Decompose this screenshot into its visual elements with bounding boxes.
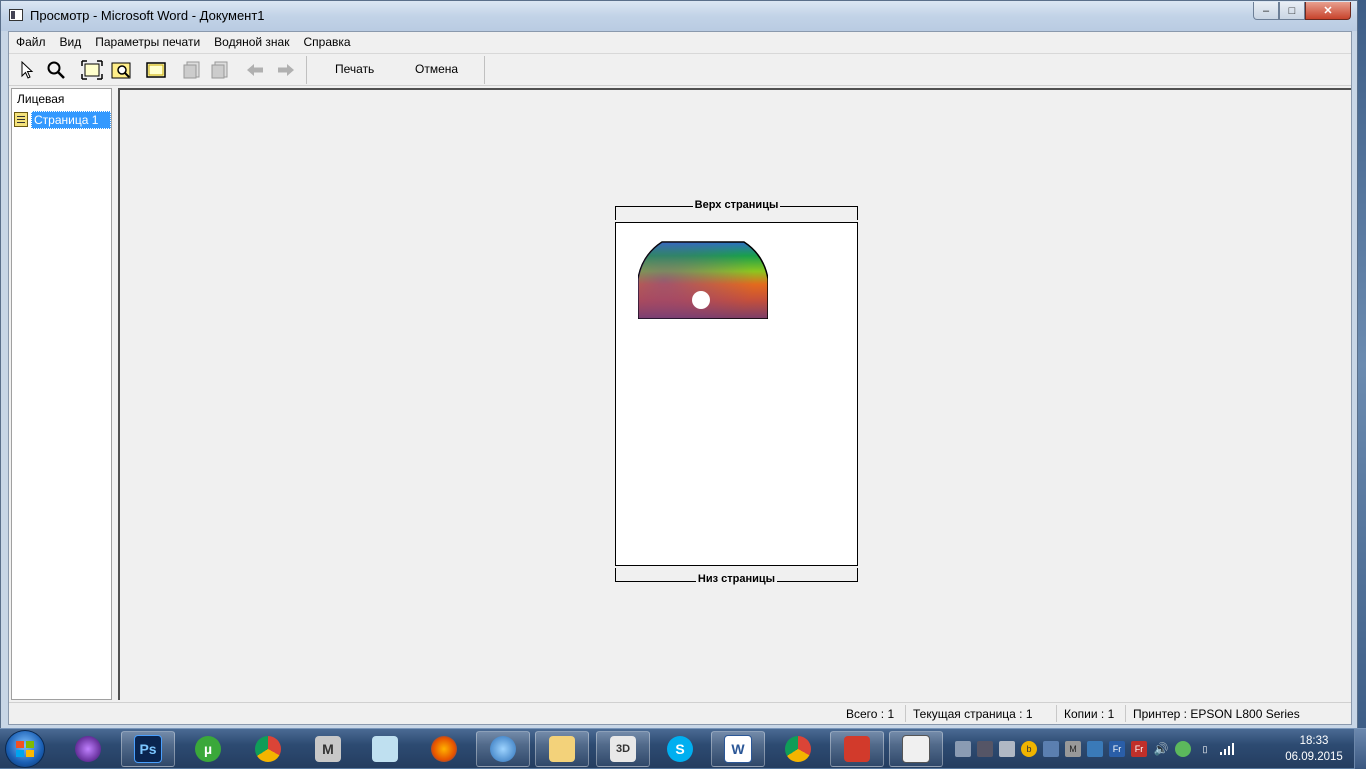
print-button[interactable]: Печать [335,62,374,76]
chrome-icon [255,736,281,762]
status-copies: Копии : 1 [1064,707,1115,721]
disc-label-image [637,241,769,320]
window-title: Просмотр - Microsoft Word - Документ1 [30,8,265,23]
page-frame-icon[interactable] [145,59,167,81]
taskbar-utorrent[interactable]: µ [181,731,235,767]
app-icon[interactable] [9,9,23,21]
toolbar-separator [306,56,307,84]
client-area: Файл Вид Параметры печати Водяной знак С… [8,31,1352,725]
taskbar-chrome-2[interactable] [771,731,825,767]
app-b-icon[interactable]: b [1021,741,1037,757]
menu-file[interactable]: Файл [9,32,53,52]
word-icon: W [724,735,752,763]
zoom-icon[interactable] [45,59,67,81]
status-printer: Принтер : EPSON L800 Series [1133,707,1300,721]
taskbar-network-app[interactable] [476,731,530,767]
clock-time: 18:33 [1299,735,1329,747]
minimize-button[interactable]: – [1253,2,1279,20]
printer-icon[interactable] [999,741,1015,757]
update-icon[interactable] [1175,741,1191,757]
page-list-icon [14,112,28,127]
menu-watermark[interactable]: Водяной знак [207,32,296,52]
network-tray-icon[interactable] [1087,741,1103,757]
clock-date: 06.09.2015 [1285,751,1343,763]
status-current-page: Текущая страница : 1 [913,707,1033,721]
windows-logo-icon [16,741,34,757]
status-bar: Всего : 1 Текущая страница : 1 Копии : 1… [9,702,1351,724]
print-preview-window: Просмотр - Microsoft Word - Документ1 – … [0,0,1358,730]
page-bottom-marker: Низ страницы [615,568,858,585]
tray-clock[interactable]: 18:33 06.09.2015 [1280,733,1348,765]
volume-icon[interactable]: 🔊 [1153,741,1169,757]
toolbar: Печать Отмена [9,53,1351,86]
cancel-button[interactable]: Отмена [415,62,458,76]
tree-root-label[interactable]: Лицевая [17,92,64,106]
keyboard-icon[interactable] [955,741,971,757]
taskbar-firefox[interactable] [417,731,471,767]
show-desktop-button[interactable] [1354,729,1366,769]
taskbar-chrome[interactable] [241,731,295,767]
tools-icon[interactable] [977,741,993,757]
tree-item-page-1[interactable]: Страница 1 [31,111,111,129]
taskbar-explorer[interactable] [535,731,589,767]
fine-reader-icon[interactable]: Fr [1109,741,1125,757]
toolbar-separator [484,56,485,84]
firefox-icon [431,736,457,762]
fit-page-icon[interactable] [81,59,103,81]
taskbar-media-player[interactable] [61,731,115,767]
menu-help[interactable]: Справка [296,32,357,52]
taskbar-skype[interactable]: S [653,731,707,767]
app-m-icon: M [315,736,341,762]
start-button[interactable] [5,730,45,768]
next-page-icon[interactable] [209,59,231,81]
page-top-marker: Верх страницы [615,199,858,220]
skype-icon: S [667,736,693,762]
status-separator [905,705,906,722]
pointer-icon[interactable] [16,59,38,81]
globe-icon [490,736,516,762]
signal-icon[interactable] [1219,741,1235,757]
menu-bar: Файл Вид Параметры печати Водяной знак С… [9,32,1351,52]
menu-print-settings[interactable]: Параметры печати [88,32,207,52]
fine-reader-alt-icon[interactable]: Fr [1131,741,1147,757]
maximize-button[interactable]: □ [1279,2,1305,20]
page-top-label: Верх страницы [692,199,781,211]
zoom-window-icon[interactable] [111,59,133,81]
taskbar-video-editor[interactable]: 3D [596,731,650,767]
status-separator [1056,705,1057,722]
photoshop-icon: Ps [134,735,162,763]
taskbar-preview-app[interactable] [889,731,943,767]
forward-arrow-icon[interactable] [275,59,297,81]
window-controls: – □ ✕ [1253,2,1351,20]
folder-icon [549,736,575,762]
app-m-tray-icon[interactable]: M [1065,741,1081,757]
status-total: Всего : 1 [846,707,895,721]
video-editor-icon: 3D [610,736,636,762]
preview-page [615,222,858,566]
preview-app-icon [902,735,930,763]
page-bottom-label: Низ страницы [695,573,778,585]
prev-page-icon[interactable] [181,59,203,81]
status-separator [1125,705,1126,722]
page-tree[interactable]: Лицевая Страница 1 [11,88,112,700]
back-arrow-icon[interactable] [244,59,266,81]
search-tool-icon[interactable] [1043,741,1059,757]
taskbar-photoshop[interactable]: Ps [121,731,175,767]
notepad-icon [372,736,398,762]
title-bar[interactable]: Просмотр - Microsoft Word - Документ1 – … [1,1,1357,31]
system-tray: b M Fr Fr 🔊 ▯ [955,739,1235,759]
chrome-icon [785,736,811,762]
taskbar-pdf-app[interactable] [830,731,884,767]
menu-view[interactable]: Вид [53,32,89,52]
preview-area[interactable]: Верх страницы Низ страницы [118,88,1351,700]
power-icon[interactable]: ▯ [1197,741,1213,757]
close-button[interactable]: ✕ [1305,2,1351,20]
pdf-icon [844,736,870,762]
taskbar-word[interactable]: W [711,731,765,767]
taskbar-notepad[interactable] [358,731,412,767]
utorrent-icon: µ [195,736,221,762]
taskbar: Ps µ M 3D S W b M Fr Fr 🔊 ▯ 18:33 06.09.… [0,728,1366,769]
taskbar-app-m[interactable]: M [301,731,355,767]
media-player-icon [75,736,101,762]
